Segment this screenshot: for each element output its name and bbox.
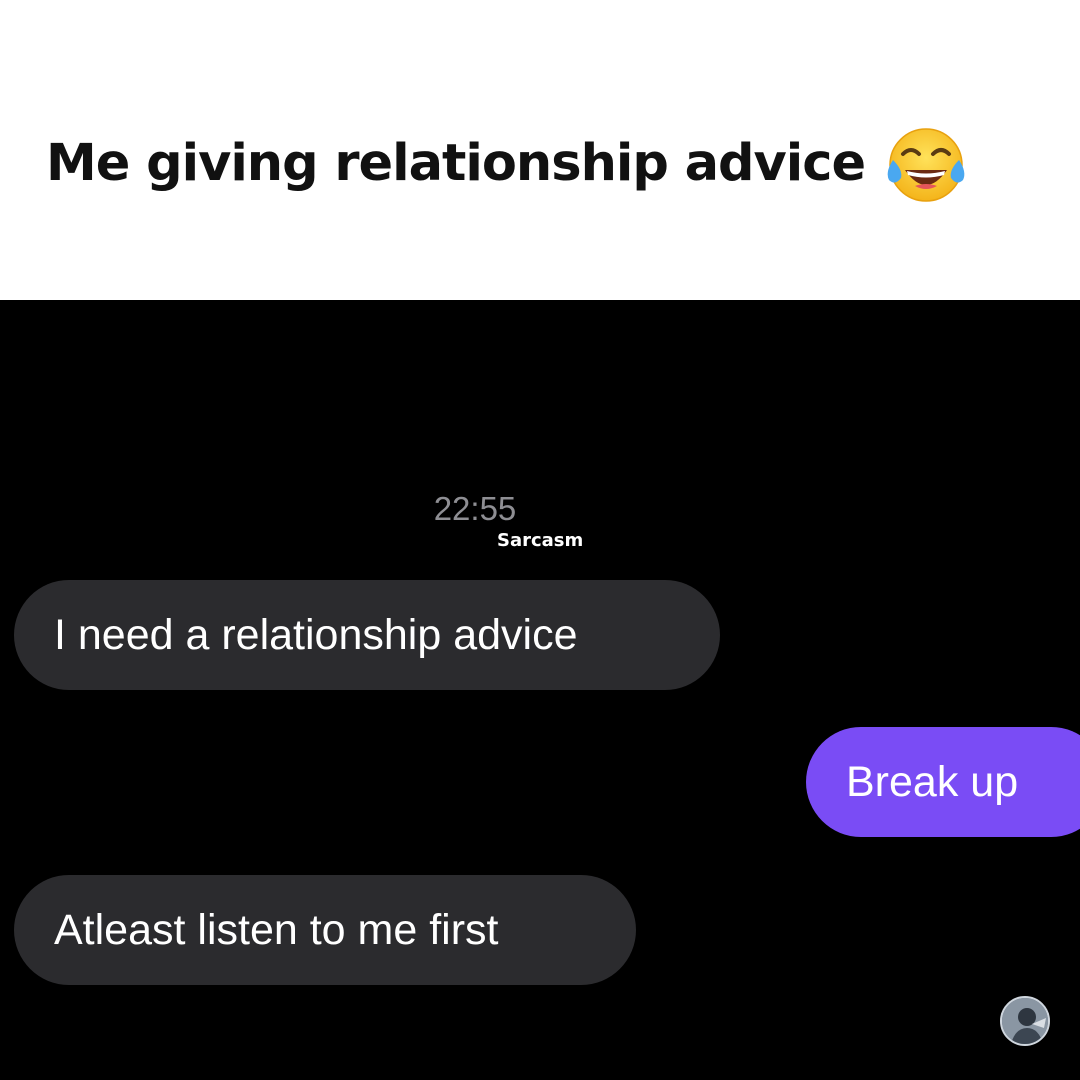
- message-timestamp: 22:55: [433, 490, 517, 527]
- received-message-bubble[interactable]: I need a relationship advice: [14, 580, 720, 690]
- received-message-bubble[interactable]: Atleast listen to me first: [14, 875, 636, 985]
- message-text: I need a relationship advice: [54, 610, 578, 659]
- sent-message-bubble[interactable]: Break up: [806, 727, 1080, 837]
- meme-page: Me giving relationship advice 22:55 Sarc…: [0, 0, 1080, 1080]
- profile-avatar-icon[interactable]: [1000, 996, 1050, 1046]
- message-text: Break up: [846, 757, 1019, 806]
- message-text: Atleast listen to me first: [54, 905, 499, 954]
- chat-area: 22:55 Sarcasm I need a relationship advi…: [0, 300, 1080, 1080]
- watermark: Sarcasm: [497, 530, 584, 551]
- caption-text: Me giving relationship advice: [46, 133, 866, 193]
- caption-area: Me giving relationship advice: [0, 0, 1080, 300]
- face-with-tears-of-joy-icon: [883, 120, 969, 206]
- caption: Me giving relationship advice: [46, 118, 969, 208]
